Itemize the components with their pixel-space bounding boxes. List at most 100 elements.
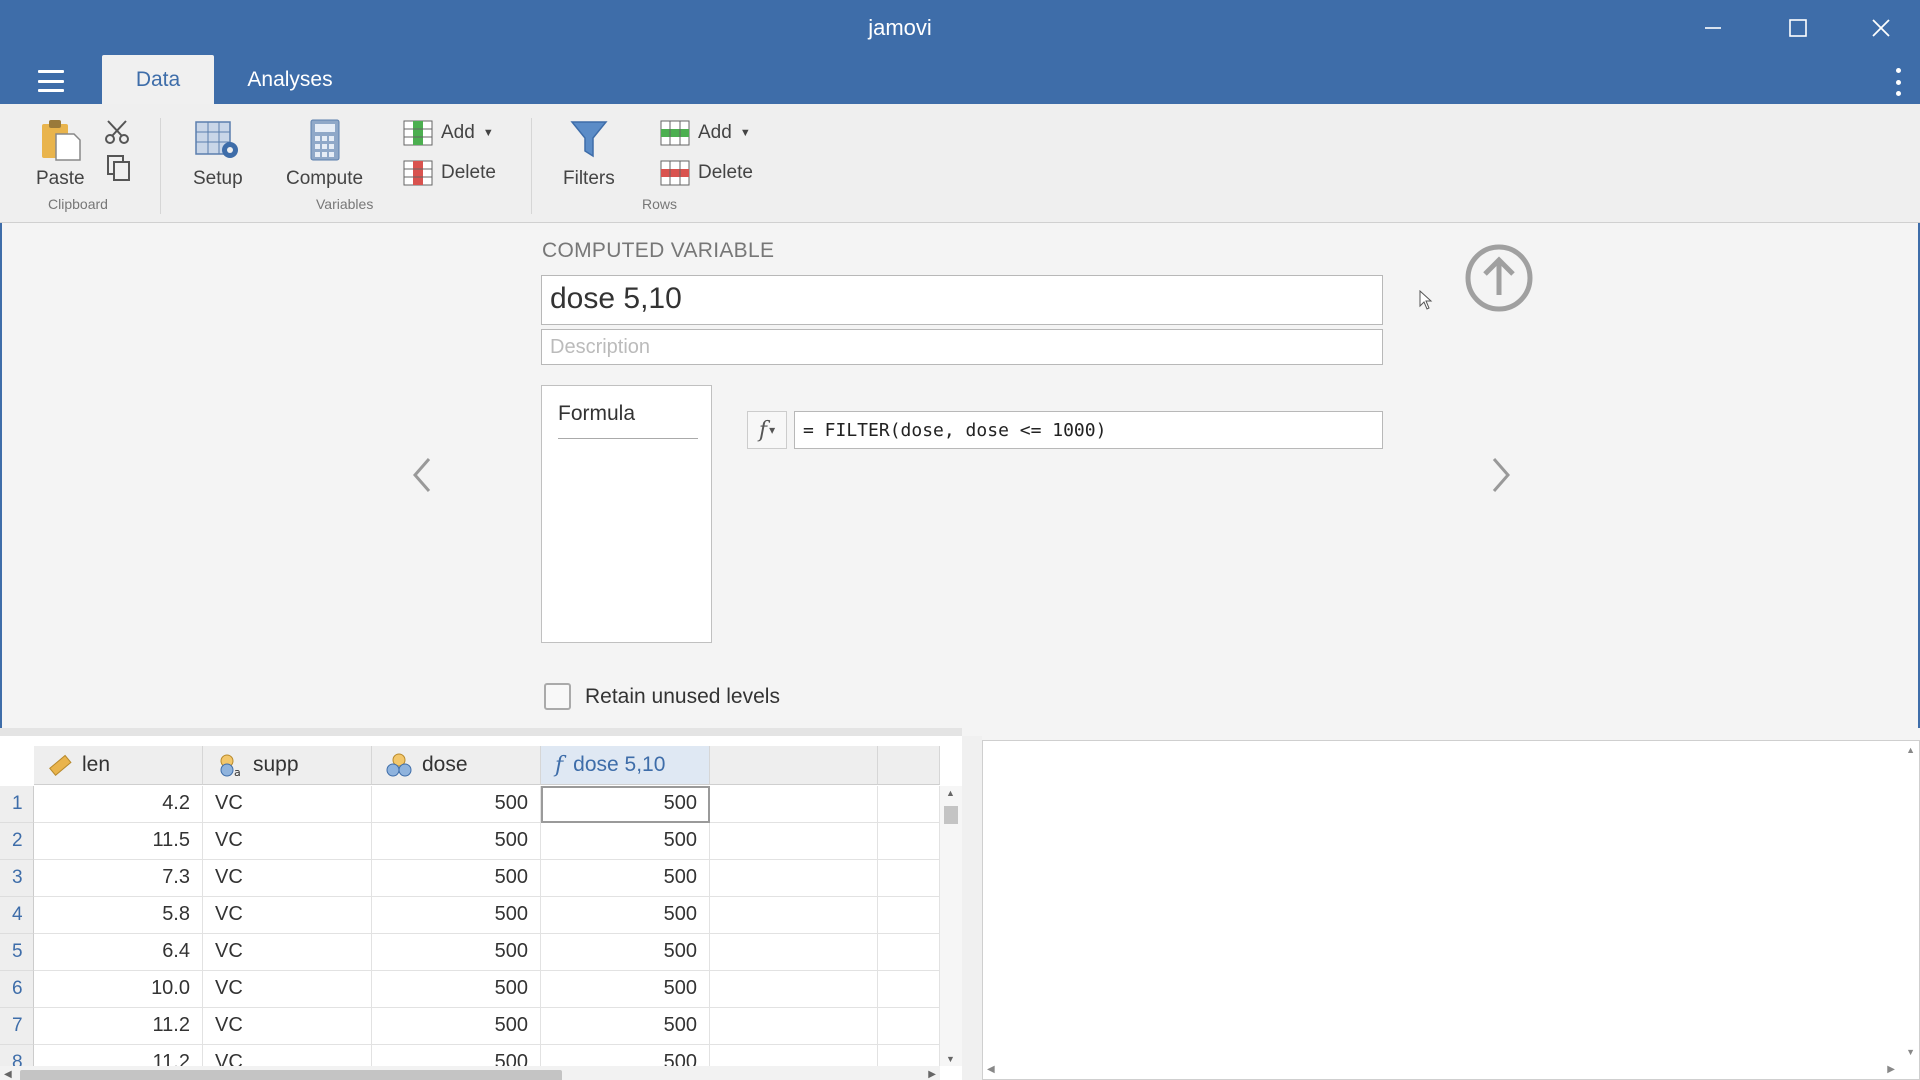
pane-divider[interactable] — [962, 736, 982, 1080]
table-cell-empty[interactable] — [710, 971, 878, 1008]
filters-button[interactable]: Filters — [563, 118, 615, 190]
scroll-up-icon[interactable]: ▲ — [1906, 745, 1915, 755]
formula-input[interactable]: = FILTER(dose, dose <= 1000) — [794, 411, 1383, 449]
table-cell-empty[interactable] — [710, 786, 878, 823]
table-cell-empty[interactable] — [710, 897, 878, 934]
table-cell-supp[interactable]: VC — [203, 1008, 372, 1045]
row-number[interactable]: 7 — [0, 1008, 34, 1045]
table-cell-empty[interactable] — [878, 897, 940, 934]
table-cell-empty[interactable] — [878, 971, 940, 1008]
table-cell-empty[interactable] — [710, 860, 878, 897]
minimize-button[interactable] — [1683, 6, 1743, 50]
table-cell-dose510[interactable]: 500 — [541, 934, 710, 971]
table-cell-supp[interactable]: VC — [203, 897, 372, 934]
maximize-button[interactable] — [1768, 6, 1828, 50]
add-row-button[interactable]: Add ▼ — [660, 120, 751, 146]
table-cell-len[interactable]: 10.0 — [34, 971, 203, 1008]
scroll-right-icon[interactable]: ▶ — [928, 1069, 936, 1080]
table-row: 5 6.4 VC 500 500 — [0, 934, 942, 971]
table-cell-empty[interactable] — [710, 1008, 878, 1045]
table-cell-dose510[interactable]: 500 — [541, 860, 710, 897]
column-header-empty[interactable] — [878, 746, 940, 785]
chevron-down-icon: ▾ — [769, 423, 776, 437]
table-cell-dose510[interactable]: 500 — [541, 1008, 710, 1045]
row-number[interactable]: 4 — [0, 897, 34, 934]
table-cell-empty[interactable] — [878, 1008, 940, 1045]
table-cell-len[interactable]: 11.5 — [34, 823, 203, 860]
table-cell-dose510[interactable]: 500 — [541, 971, 710, 1008]
setup-button[interactable]: Setup — [193, 118, 243, 190]
table-cell-len[interactable]: 7.3 — [34, 860, 203, 897]
table-cell-dose[interactable]: 500 — [372, 934, 541, 971]
delete-variable-label: Delete — [441, 162, 496, 183]
hamburger-menu-button[interactable] — [30, 66, 72, 96]
table-cell-dose510[interactable]: 500 — [541, 786, 710, 823]
retain-unused-levels-checkbox[interactable] — [544, 683, 571, 710]
table-cell-dose[interactable]: 500 — [372, 971, 541, 1008]
paste-button[interactable]: Paste — [36, 118, 85, 190]
table-cell-dose510[interactable]: 500 — [541, 897, 710, 934]
add-variable-button[interactable]: Add ▼ — [403, 120, 494, 146]
table-cell-supp[interactable]: VC — [203, 823, 372, 860]
more-options-icon[interactable] — [1894, 68, 1902, 96]
scroll-right-icon[interactable]: ▶ — [1887, 1064, 1895, 1075]
table-cell-supp[interactable]: VC — [203, 860, 372, 897]
table-cell-dose[interactable]: 500 — [372, 897, 541, 934]
scroll-down-icon[interactable]: ▼ — [1906, 1047, 1915, 1057]
table-cell-dose510[interactable]: 500 — [541, 823, 710, 860]
table-cell-dose[interactable]: 500 — [372, 786, 541, 823]
table-cell-empty[interactable] — [878, 934, 940, 971]
hamburger-icon — [38, 70, 64, 73]
table-cell-empty[interactable] — [710, 934, 878, 971]
tab-formula[interactable]: Formula — [558, 402, 698, 439]
table-cell-len[interactable]: 11.2 — [34, 1008, 203, 1045]
previous-variable-button[interactable] — [407, 455, 437, 495]
tab-analyses[interactable]: Analyses — [230, 55, 350, 104]
cut-button[interactable] — [104, 118, 132, 151]
retain-unused-levels-option[interactable]: Retain unused levels — [544, 683, 780, 710]
table-cell-len[interactable]: 4.2 — [34, 786, 203, 823]
table-cell-len[interactable]: 5.8 — [34, 897, 203, 934]
row-number[interactable]: 1 — [0, 786, 34, 823]
table-cell-len[interactable]: 6.4 — [34, 934, 203, 971]
column-header-empty[interactable] — [710, 746, 878, 785]
table-cell-empty[interactable] — [878, 823, 940, 860]
function-picker-button[interactable]: f ▾ — [747, 411, 787, 449]
vertical-scrollbar[interactable]: ▲ ▼ — [940, 786, 962, 1066]
close-setup-button[interactable] — [1464, 243, 1534, 313]
table-cell-empty[interactable] — [878, 860, 940, 897]
scroll-up-icon[interactable]: ▲ — [946, 788, 955, 798]
delete-row-button[interactable]: Delete — [660, 160, 753, 186]
table-cell-dose[interactable]: 500 — [372, 823, 541, 860]
column-header-dose[interactable]: dose — [372, 746, 541, 785]
table-cell-dose[interactable]: 500 — [372, 1008, 541, 1045]
table-cell-supp[interactable]: VC — [203, 934, 372, 971]
scroll-thumb[interactable] — [944, 806, 958, 824]
scroll-left-icon[interactable]: ◀ — [4, 1069, 12, 1080]
scroll-thumb[interactable] — [20, 1070, 562, 1080]
copy-button[interactable] — [106, 154, 132, 187]
scroll-down-icon[interactable]: ▼ — [946, 1054, 955, 1064]
description-input[interactable]: Description — [541, 329, 1383, 365]
row-number[interactable]: 3 — [0, 860, 34, 897]
table-cell-empty[interactable] — [710, 823, 878, 860]
delete-row-icon — [660, 160, 690, 186]
column-header-dose-5-10[interactable]: f dose 5,10 — [541, 746, 710, 785]
close-button[interactable] — [1851, 6, 1911, 50]
next-variable-button[interactable] — [1486, 455, 1516, 495]
delete-variable-button[interactable]: Delete — [403, 160, 496, 186]
row-number[interactable]: 5 — [0, 934, 34, 971]
column-header-len[interactable]: len — [34, 746, 203, 785]
table-cell-supp[interactable]: VC — [203, 971, 372, 1008]
row-number[interactable]: 6 — [0, 971, 34, 1008]
variable-name-input[interactable]: dose 5,10 — [541, 275, 1383, 325]
table-cell-dose[interactable]: 500 — [372, 860, 541, 897]
horizontal-scrollbar[interactable]: ◀ ▶ — [0, 1066, 940, 1080]
scroll-left-icon[interactable]: ◀ — [987, 1064, 995, 1075]
row-number[interactable]: 2 — [0, 823, 34, 860]
column-header-supp[interactable]: a supp — [203, 746, 372, 785]
table-cell-supp[interactable]: VC — [203, 786, 372, 823]
tab-data[interactable]: Data — [102, 55, 214, 104]
compute-button[interactable]: Compute — [286, 118, 363, 190]
table-cell-empty[interactable] — [878, 786, 940, 823]
